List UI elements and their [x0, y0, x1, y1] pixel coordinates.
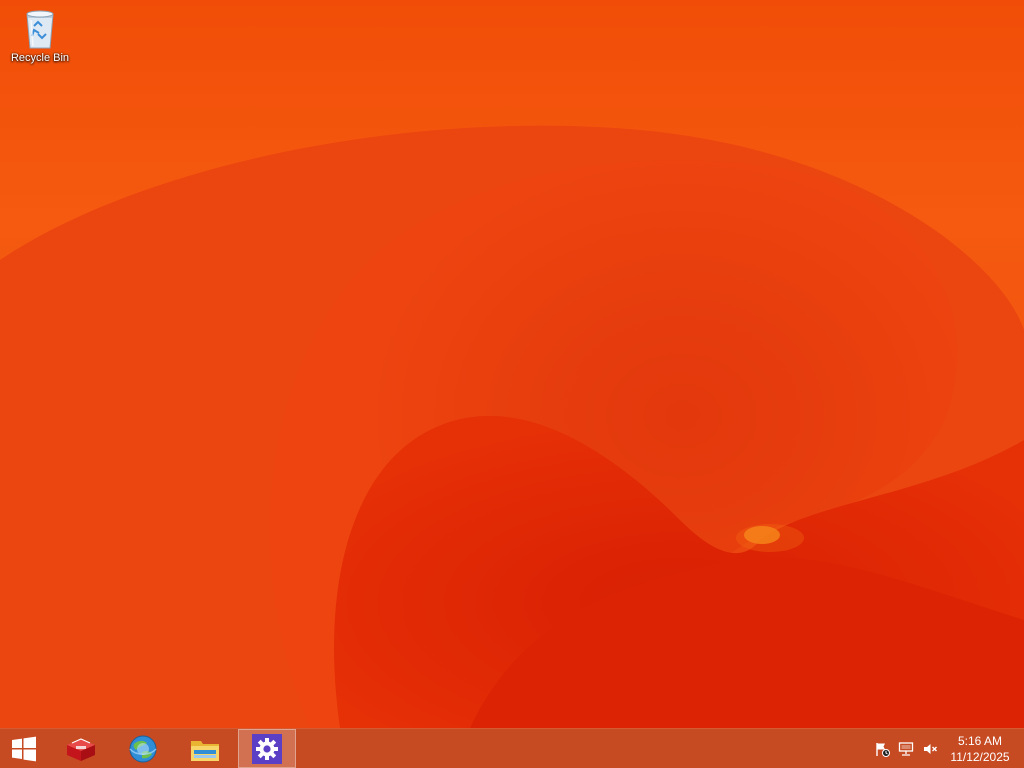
clock-date: 11/12/2025: [950, 750, 1010, 764]
pinned-app-toolbox[interactable]: [52, 729, 110, 768]
pinned-app-settings[interactable]: [238, 729, 296, 768]
system-tray: [871, 729, 941, 768]
settings-gear-icon: [252, 733, 282, 764]
recycle-bin-label: Recycle Bin: [10, 52, 70, 64]
network-icon[interactable]: [895, 738, 917, 760]
pinned-app-browser[interactable]: [114, 729, 172, 768]
toolbox-app-icon: [67, 737, 95, 761]
windows-logo-icon: [12, 736, 36, 761]
pinned-app-file-explorer[interactable]: [176, 729, 234, 768]
action-center-flag-icon[interactable]: [871, 738, 893, 760]
wallpaper: [0, 0, 1024, 728]
desktop[interactable]: Recycle Bin: [0, 0, 1024, 728]
start-button[interactable]: [0, 729, 48, 768]
clock-time: 5:16 AM: [957, 734, 1003, 748]
volume-muted-icon[interactable]: [919, 738, 941, 760]
recycle-bin-icon: [26, 10, 54, 49]
recycle-bin-shortcut[interactable]: Recycle Bin: [4, 4, 76, 76]
taskbar: 5:16 AM 11/12/2025: [0, 728, 1024, 768]
taskbar-clock[interactable]: 5:16 AM 11/12/2025: [940, 733, 1020, 765]
file-explorer-icon: [191, 740, 219, 761]
globe-browser-icon: [129, 735, 157, 762]
